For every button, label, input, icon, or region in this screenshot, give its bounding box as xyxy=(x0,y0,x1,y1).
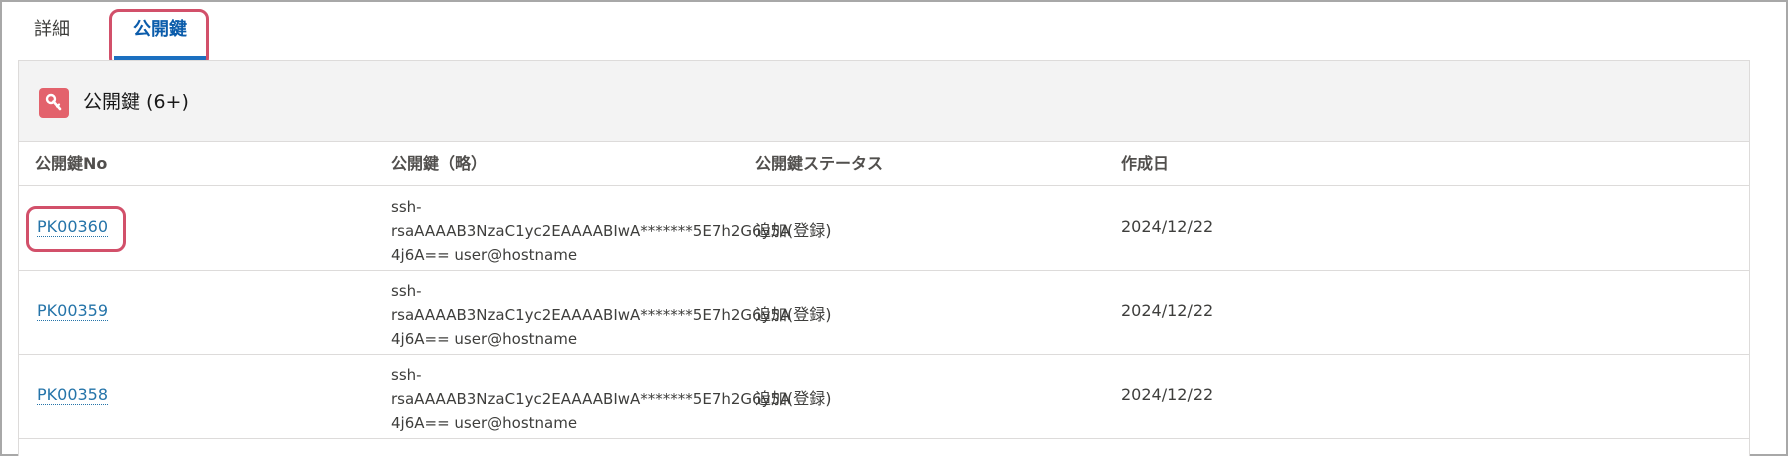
tab-bar: 詳細 公開鍵 xyxy=(0,0,1786,60)
key-text-line: ssh- xyxy=(391,366,422,384)
table-row-partial xyxy=(19,439,1749,456)
key-status-cell: 追加(登録) xyxy=(755,305,832,324)
key-text-line: ssh- xyxy=(391,282,422,300)
key-record-link[interactable]: PK00358 xyxy=(37,385,109,405)
key-text-line: rsaAAAAB3NzaC1yc2EAAAABIwA*******5E7h2G6… xyxy=(391,222,791,240)
key-status-cell: 追加(登録) xyxy=(755,221,832,240)
related-list-card: 公開鍵 (6+) 公開鍵No 公開鍵（略） 公開鍵ステータス 作成日 PK003… xyxy=(18,60,1750,456)
created-date-cell: 2024/12/22 xyxy=(1121,301,1214,320)
key-abbrev-cell: ssh- rsaAAAAB3NzaC1yc2EAAAABIwA*******5E… xyxy=(391,195,801,267)
key-text-line: rsaAAAAB3NzaC1yc2EAAAABIwA*******5E7h2G6… xyxy=(391,306,791,324)
highlight-box-link xyxy=(26,206,126,252)
key-text-line: 4j6A== user@hostname xyxy=(391,414,578,432)
table-header: 公開鍵No 公開鍵（略） 公開鍵ステータス 作成日 xyxy=(19,142,1749,186)
key-abbrev-cell: ssh- rsaAAAAB3NzaC1yc2EAAAABIwA*******5E… xyxy=(391,363,801,435)
card-header: 公開鍵 (6+) xyxy=(19,61,1749,142)
key-text-line: rsaAAAAB3NzaC1yc2EAAAABIwA*******5E7h2G6… xyxy=(391,390,791,408)
column-header-key-status[interactable]: 公開鍵ステータス xyxy=(755,142,883,186)
created-date-cell: 2024/12/22 xyxy=(1121,385,1214,404)
key-text-line: 4j6A== user@hostname xyxy=(391,246,578,264)
key-text-line: 4j6A== user@hostname xyxy=(391,330,578,348)
column-header-key-no[interactable]: 公開鍵No xyxy=(35,142,107,186)
table-row: PK00358 ssh- rsaAAAAB3NzaC1yc2EAAAABIwA*… xyxy=(19,355,1749,439)
tab-details-label: 詳細 xyxy=(34,19,70,40)
key-no-cell: PK00358 xyxy=(37,385,109,405)
table-row: PK00360 ssh- rsaAAAAB3NzaC1yc2EAAAABIwA*… xyxy=(19,187,1749,271)
column-header-key-abbrev[interactable]: 公開鍵（略） xyxy=(391,142,487,186)
key-icon xyxy=(39,88,69,118)
key-text-line: ssh- xyxy=(391,198,422,216)
tab-details[interactable]: 詳細 xyxy=(32,0,72,60)
key-no-cell: PK00359 xyxy=(37,301,109,321)
key-status-cell: 追加(登録) xyxy=(755,389,832,408)
column-header-created-date[interactable]: 作成日 xyxy=(1121,142,1169,186)
key-abbrev-cell: ssh- rsaAAAAB3NzaC1yc2EAAAABIwA*******5E… xyxy=(391,279,801,351)
created-date-cell: 2024/12/22 xyxy=(1121,217,1214,236)
key-record-link[interactable]: PK00359 xyxy=(37,301,109,321)
table-row: PK00359 ssh- rsaAAAAB3NzaC1yc2EAAAABIwA*… xyxy=(19,271,1749,355)
card-title[interactable]: 公開鍵 (6+) xyxy=(83,89,189,115)
